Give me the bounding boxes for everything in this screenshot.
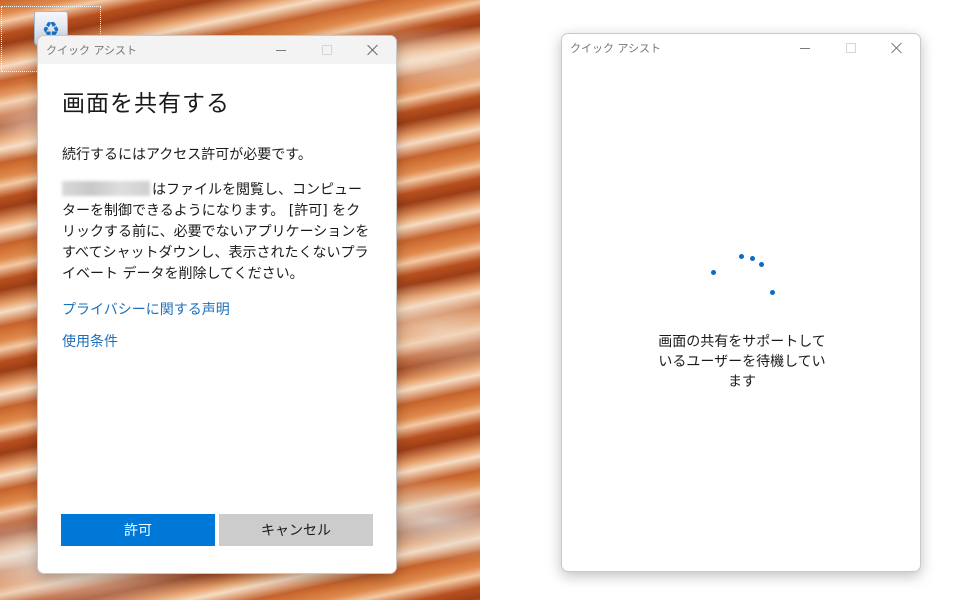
quick-assist-consent-window: クイック アシスト 画面を共有する 続行するにはアクセス許可が必要です。 はファ… xyxy=(37,35,397,574)
consent-description: はファイルを閲覧し、コンピューターを制御できるようになります。 [許可] をクリ… xyxy=(62,180,372,285)
terms-of-use-link[interactable]: 使用条件 xyxy=(62,331,372,351)
allow-button[interactable]: 許可 xyxy=(61,514,215,546)
waiting-message-line: ます xyxy=(728,374,756,390)
dialog-buttons: 許可 キャンセル xyxy=(61,514,373,546)
waiting-message: 画面の共有をサポートして いるユーザーを待機してい ます xyxy=(632,332,852,392)
dialog-heading: 画面を共有する xyxy=(62,91,230,117)
title-bar[interactable]: クイック アシスト xyxy=(38,36,396,64)
cancel-button[interactable]: キャンセル xyxy=(219,514,373,546)
minimize-button[interactable] xyxy=(258,36,304,64)
redacted-helper-name xyxy=(62,181,150,196)
minimize-icon xyxy=(276,49,286,51)
spinner-dot xyxy=(770,290,775,295)
privacy-statement-link[interactable]: プライバシーに関する声明 xyxy=(62,299,372,319)
waiting-message-line: いるユーザーを待機してい xyxy=(658,354,826,370)
spinner-dot xyxy=(759,262,764,267)
close-icon xyxy=(367,44,379,56)
spinner-dot xyxy=(739,254,744,259)
close-button[interactable] xyxy=(350,36,396,64)
quick-assist-waiting-window: クイック アシスト 画面の共有をサポートして いるユーザーを待機してい ます xyxy=(561,33,921,572)
maximize-button xyxy=(304,36,350,64)
spinner-dot xyxy=(750,256,755,261)
consent-description-text: はファイルを閲覧し、コンピューターを制御できるようになります。 [許可] をクリ… xyxy=(62,182,370,282)
dialog-content: 画面を共有する 続行するにはアクセス許可が必要です。 はファイルを閲覧し、コンピ… xyxy=(62,64,372,351)
maximize-icon xyxy=(322,45,332,55)
permission-required-text: 続行するにはアクセス許可が必要です。 xyxy=(62,147,312,163)
spinner-dot xyxy=(711,270,716,275)
window-title: クイック アシスト xyxy=(46,44,138,57)
waiting-message-line: 画面の共有をサポートして xyxy=(658,334,826,350)
